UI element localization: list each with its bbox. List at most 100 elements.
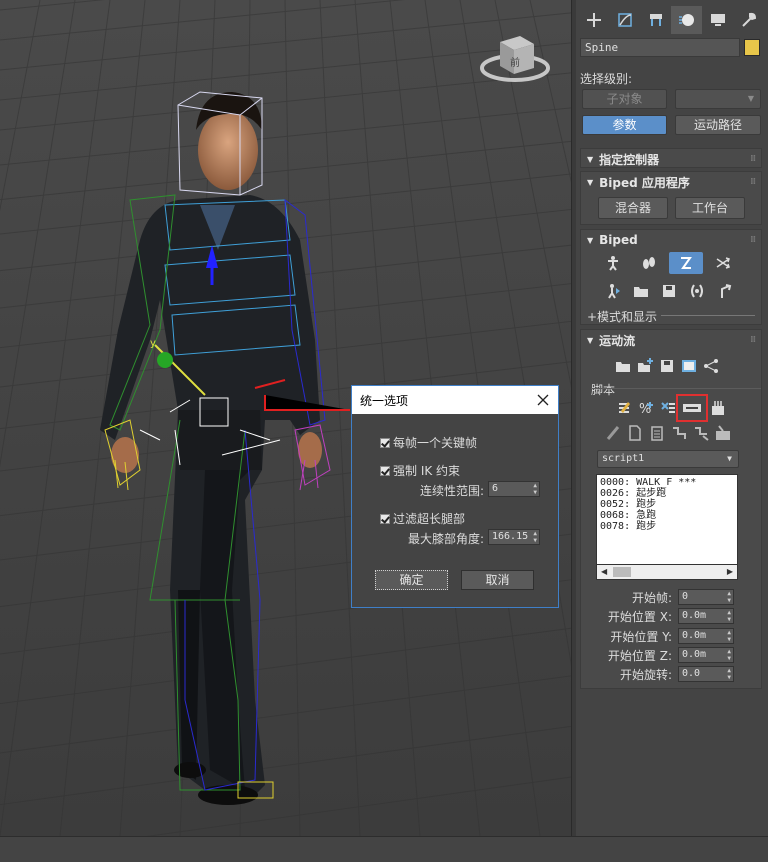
mixer-button[interactable]: 混合器 xyxy=(598,197,668,219)
script-list-item[interactable]: 0000: WALK_F *** xyxy=(600,477,734,488)
checkbox-label: 过滤超长腿部 xyxy=(393,512,466,526)
rollout-header[interactable]: ▼ Biped ⁞⁞ xyxy=(581,230,761,250)
unify-motion-icon[interactable] xyxy=(676,394,708,422)
motion-flow-mode-icon[interactable] xyxy=(669,252,703,274)
rollout-header[interactable]: ▼ Biped 应用程序 ⁞⁞ xyxy=(581,172,761,192)
start-frame-spinner[interactable]: 0 ▲ ▼ xyxy=(678,589,734,605)
clipboard-icon[interactable] xyxy=(645,422,669,444)
delete-clips-icon[interactable] xyxy=(656,397,680,419)
create-icon[interactable] xyxy=(578,6,609,34)
continuity-label: 连续性范围: xyxy=(419,484,484,498)
dialog-titlebar[interactable]: 统一选项 xyxy=(352,386,558,414)
checkbox-checked-icon[interactable] xyxy=(380,513,390,524)
workbench-button[interactable]: 工作台 xyxy=(675,197,745,219)
object-name-field[interactable]: Spine xyxy=(580,38,740,57)
start-pos-z-spinner[interactable]: 0.0m ▲ ▼ xyxy=(678,647,734,663)
rollout-biped-apps: ▼ Biped 应用程序 ⁞⁞ 混合器 工作台 xyxy=(580,171,762,225)
spinner-arrows-icon[interactable]: ▲ ▼ xyxy=(727,629,731,643)
max-knee-angle-label: 最大膝部角度: xyxy=(407,532,484,546)
percent-icon[interactable]: % xyxy=(634,397,658,419)
start-rotation-spinner[interactable]: 0.0 ▲ ▼ xyxy=(678,666,734,682)
sub-object-button[interactable]: 子对象 xyxy=(582,89,667,109)
start-pos-x-spinner[interactable]: 0.0m ▲ ▼ xyxy=(678,608,734,624)
convert-icon[interactable] xyxy=(685,280,709,302)
biped-playback-icon[interactable] xyxy=(601,280,625,302)
dialog-title: 统一选项 xyxy=(360,393,409,408)
checkbox-label: 强制 IK 约束 xyxy=(393,464,461,478)
max-knee-angle-spinner[interactable]: 166.15 ▲ ▼ xyxy=(488,529,540,545)
mode-display-toggle[interactable]: +模式和显示 xyxy=(587,308,657,325)
close-icon[interactable] xyxy=(534,391,552,409)
edit-script-icon[interactable] xyxy=(601,422,625,444)
spinner-value: 0.0 xyxy=(682,668,701,679)
script-dropdown[interactable]: script1 ▼ xyxy=(597,450,739,468)
modify-icon[interactable] xyxy=(609,6,640,34)
scrollbar-thumb[interactable] xyxy=(613,567,631,577)
mixer-mode-icon[interactable] xyxy=(711,252,735,274)
save-file-icon[interactable] xyxy=(657,280,681,302)
spinner-value: 0.0m xyxy=(682,649,707,660)
rollout-biped: ▼ Biped ⁞⁞ +模式和显示 xyxy=(580,229,762,325)
new-page-icon[interactable] xyxy=(623,422,647,444)
script-list-item[interactable]: 0078: 跑步 xyxy=(600,521,734,532)
trajectories-button[interactable]: 运动路径 xyxy=(675,115,761,135)
spinner-arrows-icon[interactable]: ▲ ▼ xyxy=(533,482,537,496)
utilities-icon[interactable] xyxy=(733,6,764,34)
start-pos-y-spinner[interactable]: 0.0m ▲ ▼ xyxy=(678,628,734,644)
scripts-label: 脚本 xyxy=(591,383,616,397)
spinner-arrows-icon[interactable]: ▲ ▼ xyxy=(533,530,537,544)
append-file-icon[interactable] xyxy=(633,355,657,377)
motion-flow-graph-icon[interactable] xyxy=(699,355,723,377)
scroll-right-icon[interactable]: ▶ xyxy=(727,567,733,576)
optimize-transition-icon[interactable] xyxy=(689,422,713,444)
command-panel-tabs xyxy=(578,6,766,34)
start-pos-z-label: 开始位置 Z: xyxy=(607,649,672,663)
rollout-assign-controller[interactable]: ▼ 指定控制器 ⁞⁞ xyxy=(580,148,762,168)
rollout-title: 运动流 xyxy=(599,333,636,348)
rollout-header[interactable]: ▼ 运动流 ⁞⁞ xyxy=(581,330,761,350)
spinner-arrows-icon[interactable]: ▲ ▼ xyxy=(727,667,731,681)
script-list-scrollbar[interactable]: ◀ ▶ xyxy=(596,564,738,580)
checkbox-checked-icon[interactable] xyxy=(380,437,390,448)
show-graph-icon[interactable] xyxy=(677,355,701,377)
clear-all-icon[interactable] xyxy=(706,397,730,419)
move-all-mode-icon[interactable] xyxy=(713,280,737,302)
divider xyxy=(661,315,755,316)
save-mfe-icon[interactable] xyxy=(655,355,679,377)
rollout-title: 指定控制器 xyxy=(599,152,660,167)
script-dropdown-value: script1 xyxy=(602,453,645,464)
define-script-icon[interactable] xyxy=(612,397,636,419)
chevron-down-icon: ▼ xyxy=(727,454,732,463)
script-list-item[interactable]: 0026: 起步跑 xyxy=(600,488,734,499)
spinner-arrows-icon[interactable]: ▲ ▼ xyxy=(727,609,731,623)
spinner-arrows-icon[interactable]: ▲ ▼ xyxy=(727,590,731,604)
filter-legs-checkbox[interactable]: 过滤超长腿部 xyxy=(380,510,465,527)
spinner-value: 0.0m xyxy=(682,630,707,641)
object-color-swatch[interactable] xyxy=(744,39,760,56)
load-file-icon[interactable] xyxy=(629,280,653,302)
spinner-value: 0.0m xyxy=(682,610,707,621)
force-ik-checkbox[interactable]: 强制 IK 约束 xyxy=(380,462,460,479)
cancel-button[interactable]: 取消 xyxy=(461,570,534,590)
rollout-title: Biped xyxy=(599,233,638,247)
script-list-item[interactable]: 0052: 跑步 xyxy=(600,499,734,510)
svg-text:y: y xyxy=(150,338,156,349)
scroll-left-icon[interactable]: ◀ xyxy=(601,567,607,576)
script-list-item[interactable]: 0068: 急跑 xyxy=(600,510,734,521)
display-icon[interactable] xyxy=(702,6,733,34)
ok-button[interactable]: 确定 xyxy=(375,570,448,590)
footstep-mode-icon[interactable] xyxy=(637,252,661,274)
hierarchy-icon[interactable] xyxy=(640,6,671,34)
sub-object-dropdown[interactable]: ▼ xyxy=(675,89,761,109)
figure-mode-icon[interactable] xyxy=(601,252,625,274)
checkbox-checked-icon[interactable] xyxy=(380,465,390,476)
key-per-frame-checkbox[interactable]: 每帧一个关键帧 xyxy=(380,434,477,451)
continuity-spinner[interactable]: 6 ▲ ▼ xyxy=(488,481,540,497)
motion-icon[interactable] xyxy=(671,6,702,34)
spinner-arrows-icon[interactable]: ▲ ▼ xyxy=(727,648,731,662)
load-mfe-icon[interactable] xyxy=(611,355,635,377)
params-button[interactable]: 参数 xyxy=(582,115,667,135)
delete-transition-icon[interactable] xyxy=(711,422,735,444)
transition-icon[interactable] xyxy=(667,422,691,444)
start-pos-y-label: 开始位置 Y: xyxy=(610,630,672,644)
